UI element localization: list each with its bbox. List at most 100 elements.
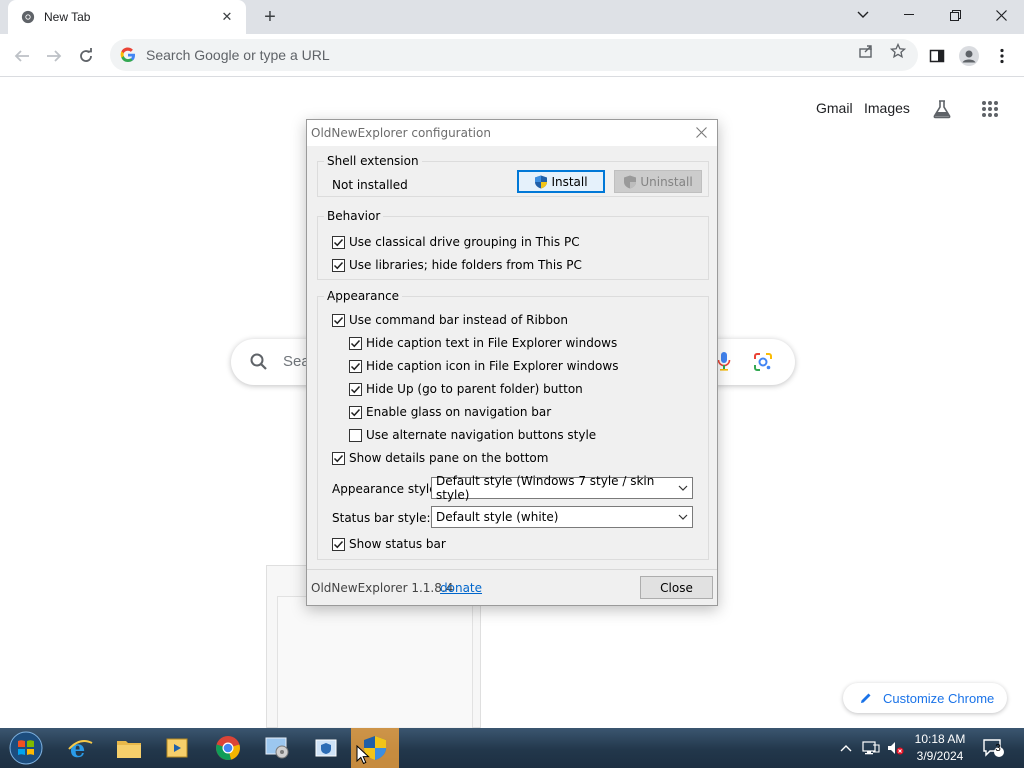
uac-shield-icon: [623, 175, 637, 189]
new-tab-button[interactable]: +: [258, 6, 282, 28]
oldnewexplorer-dialog: OldNewExplorer configuration Shell exten…: [306, 119, 718, 606]
internet-explorer-icon[interactable]: e: [56, 728, 104, 768]
notification-count-badge: 3: [995, 743, 1001, 754]
control-panel-icon[interactable]: [253, 728, 301, 768]
chevron-down-icon: [674, 478, 692, 498]
checkbox-box[interactable]: [349, 405, 362, 419]
google-lens-icon[interactable]: [753, 352, 773, 375]
taskbar-clock[interactable]: 10:18 AM 3/9/2024: [906, 731, 974, 765]
mouse-cursor-icon: [356, 744, 370, 765]
appearance-group: Appearance Use command bar instead of Ri…: [317, 289, 709, 560]
appearance-style-value: Default style (Windows 7 style / skin st…: [436, 474, 655, 502]
forward-arrow-icon[interactable]: [40, 42, 68, 70]
dialog-close-icon[interactable]: [693, 124, 709, 140]
checkbox-box[interactable]: [332, 235, 345, 249]
checkbox-box[interactable]: [332, 258, 345, 272]
close-tab-icon[interactable]: ✕: [218, 8, 236, 26]
uac-shield-icon: [534, 175, 548, 189]
shell-extension-legend: Shell extension: [324, 154, 422, 168]
checkbox-box[interactable]: [332, 451, 345, 465]
checkbox-box[interactable]: [349, 382, 362, 396]
volume-muted-icon[interactable]: [884, 728, 906, 768]
classical-drive-grouping-checkbox[interactable]: Use classical drive grouping in This PC: [332, 234, 580, 250]
chrome-taskbar-icon[interactable]: [204, 728, 252, 768]
alternate-nav-buttons-checkbox[interactable]: Use alternate navigation buttons style: [349, 427, 596, 443]
show-hidden-icons-chevron[interactable]: [836, 728, 856, 768]
checkbox-label: Use libraries; hide folders from This PC: [349, 258, 582, 272]
checkbox-box[interactable]: [332, 313, 345, 327]
security-app-icon[interactable]: [302, 728, 350, 768]
pencil-icon: [859, 691, 873, 705]
bookmark-star-icon[interactable]: [887, 40, 909, 62]
reload-icon[interactable]: [72, 42, 100, 70]
action-center-icon[interactable]: 3: [980, 728, 1006, 768]
file-explorer-icon[interactable]: [105, 728, 153, 768]
dialog-footer: OldNewExplorer 1.1.8.4 donate Close: [307, 570, 717, 605]
command-bar-checkbox[interactable]: Use command bar instead of Ribbon: [332, 312, 568, 328]
share-icon[interactable]: [855, 40, 877, 62]
ghost-window-body: [277, 596, 473, 729]
install-button[interactable]: Install: [517, 170, 605, 193]
donate-link[interactable]: donate: [440, 581, 482, 595]
start-button[interactable]: [2, 728, 50, 768]
images-link[interactable]: Images: [864, 100, 910, 116]
network-icon[interactable]: [860, 728, 882, 768]
uninstall-label: Uninstall: [640, 174, 693, 189]
customize-chrome-button[interactable]: Customize Chrome: [843, 683, 1007, 713]
customize-chrome-label: Customize Chrome: [883, 690, 995, 706]
side-panel-icon[interactable]: [923, 42, 951, 70]
tab-title: New Tab: [44, 10, 91, 24]
browser-toolbar: Search Google or type a URL: [0, 34, 1024, 77]
checkbox-label: Use alternate navigation buttons style: [366, 428, 597, 442]
menu-kebab-icon[interactable]: [988, 42, 1016, 70]
back-arrow-icon[interactable]: [8, 42, 36, 70]
uninstall-button[interactable]: Uninstall: [614, 170, 702, 193]
checkbox-box[interactable]: [349, 336, 362, 350]
checkbox-label: Show status bar: [349, 537, 446, 551]
restore-button[interactable]: [932, 0, 978, 30]
tab-new-tab[interactable]: New Tab ✕: [8, 0, 246, 34]
close-button[interactable]: Close: [640, 576, 713, 599]
status-bar-style-dropdown[interactable]: Default style (white): [431, 506, 693, 528]
checkbox-box[interactable]: [349, 359, 362, 373]
tab-strip: New Tab ✕ +: [0, 0, 1024, 34]
media-player-icon[interactable]: [153, 728, 201, 768]
appearance-style-dropdown[interactable]: Default style (Windows 7 style / skin st…: [431, 474, 693, 502]
checkbox-label: Show details pane on the bottom: [349, 451, 549, 465]
show-status-bar-checkbox[interactable]: Show status bar: [332, 536, 446, 552]
apps-grid-icon[interactable]: [978, 97, 1002, 121]
close-window-button[interactable]: [978, 0, 1024, 30]
labs-flask-icon[interactable]: [930, 97, 954, 121]
checkbox-label: Enable glass on navigation bar: [366, 405, 552, 419]
dialog-titlebar[interactable]: OldNewExplorer configuration: [307, 120, 717, 146]
google-g-icon: [120, 47, 136, 63]
checkbox-label: Hide Up (go to parent folder) button: [366, 382, 583, 396]
use-libraries-checkbox[interactable]: Use libraries; hide folders from This PC: [332, 257, 582, 273]
details-pane-bottom-checkbox[interactable]: Show details pane on the bottom: [332, 450, 548, 466]
checkbox-label: Use command bar instead of Ribbon: [349, 313, 568, 327]
profile-avatar-icon[interactable]: [955, 42, 983, 70]
checkbox-box[interactable]: [349, 428, 362, 442]
version-text: OldNewExplorer 1.1.8.4: [311, 581, 454, 595]
close-label: Close: [660, 580, 693, 595]
enable-glass-checkbox[interactable]: Enable glass on navigation bar: [349, 404, 551, 420]
omnibox[interactable]: Search Google or type a URL: [110, 39, 918, 71]
behavior-legend: Behavior: [324, 209, 384, 223]
hide-up-button-checkbox[interactable]: Hide Up (go to parent folder) button: [349, 381, 583, 397]
search-icon: [249, 352, 269, 372]
checkbox-box[interactable]: [332, 537, 345, 551]
hide-caption-text-checkbox[interactable]: Hide caption text in File Explorer windo…: [349, 335, 617, 351]
clock-time: 10:18 AM: [914, 732, 966, 746]
tab-search-icon[interactable]: [840, 0, 886, 30]
status-bar-style-label: Status bar style:: [332, 511, 431, 525]
minimize-button[interactable]: [886, 0, 932, 30]
appearance-legend: Appearance: [324, 289, 403, 303]
taskbar: e 10:18 AM 3/9/2024 3: [0, 728, 1024, 768]
hide-caption-icon-checkbox[interactable]: Hide caption icon in File Explorer windo…: [349, 358, 618, 374]
chevron-down-icon: [674, 507, 692, 527]
clock-date: 3/9/2024: [916, 749, 964, 763]
checkbox-label: Hide caption text in File Explorer windo…: [366, 336, 618, 350]
microphone-icon[interactable]: [717, 351, 731, 376]
gmail-link[interactable]: Gmail: [816, 100, 853, 116]
svg-text:e: e: [70, 735, 85, 761]
